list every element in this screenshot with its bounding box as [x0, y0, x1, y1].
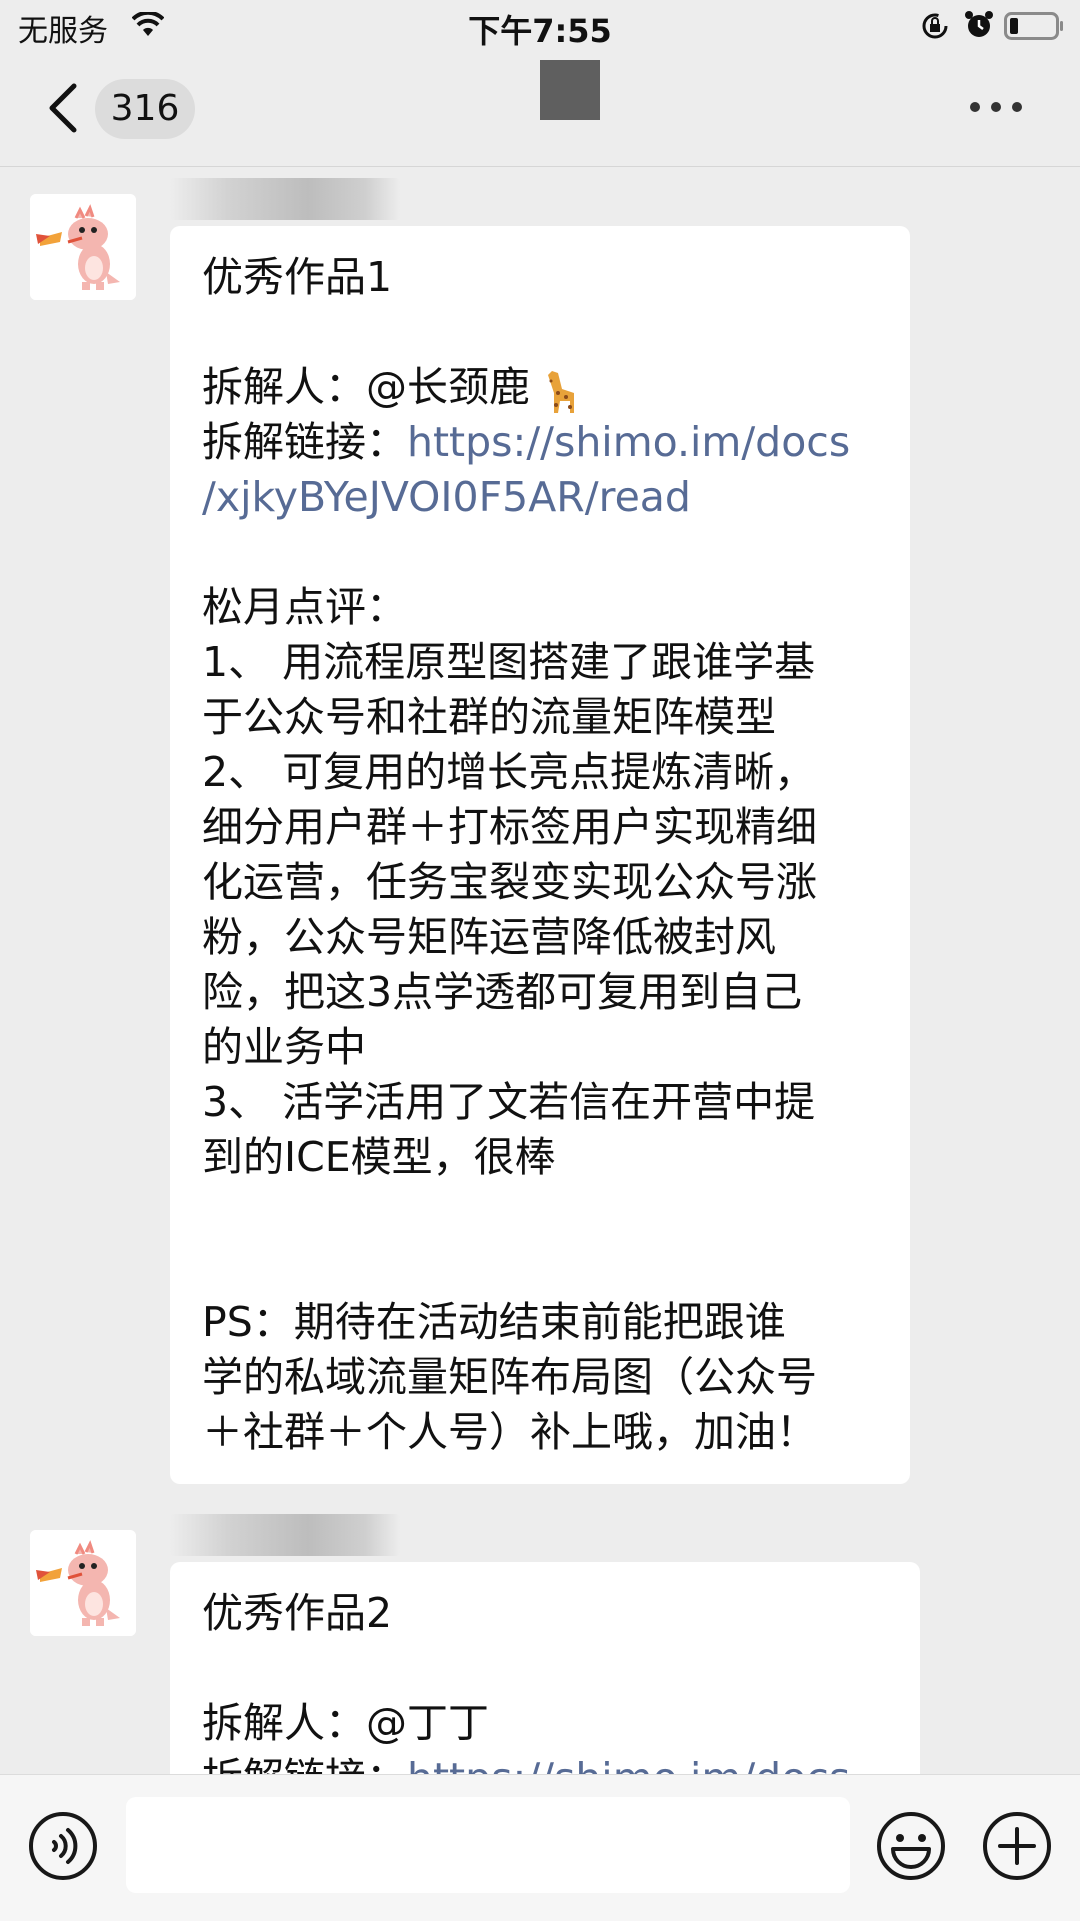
- review-line: 险，把这3点学透都可复用到自己: [202, 968, 803, 1016]
- review-line: 2、 可复用的增长亮点提炼清晰，: [202, 748, 816, 796]
- review-line: 的业务中: [202, 1023, 366, 1071]
- more-options-button[interactable]: [970, 92, 1022, 124]
- more-dot-icon: [970, 102, 980, 112]
- link-label: 拆解链接：: [202, 418, 407, 466]
- author-line: 拆解人：@长颈鹿: [202, 360, 878, 415]
- ps-line: PS：期待在活动结束前能把跟谁: [202, 1298, 786, 1346]
- message-bubble[interactable]: 优秀作品1 拆解人：@长颈鹿 拆解链接：https://shimo.im/doc…: [170, 226, 910, 1484]
- message-title: 优秀作品2: [202, 1589, 393, 1637]
- status-time: 下午7:55: [468, 12, 612, 50]
- review-line: 细分用户群＋打标签用户实现精细: [202, 803, 817, 851]
- review-line: 粉，公众号矩阵运营降低被封风: [202, 913, 776, 961]
- rotation-lock-icon: [922, 13, 948, 39]
- chat-title-redacted: [540, 60, 600, 120]
- review-title: 松月点评：: [202, 583, 407, 631]
- sender-avatar[interactable]: [30, 1530, 136, 1636]
- author-label: 拆解人：@丁丁: [202, 1699, 489, 1747]
- message-text-input[interactable]: [126, 1797, 850, 1893]
- sender-avatar[interactable]: [30, 194, 136, 300]
- more-dot-icon: [991, 102, 1001, 112]
- link-line: 拆解链接：https://shimo.im/docs: [202, 415, 878, 470]
- dragon-avatar-icon: [30, 194, 136, 300]
- message-title: 优秀作品1: [202, 253, 393, 301]
- review-line: 3、 活学活用了文若信在开营中提: [202, 1078, 816, 1126]
- doc-link-continued[interactable]: /xjkyBYeJVOI0F5AR/read: [202, 470, 878, 525]
- review-line: 到的ICE模型，很棒: [202, 1133, 556, 1181]
- battery-icon: [1004, 12, 1063, 40]
- voice-icon[interactable]: [28, 1811, 98, 1881]
- doc-link[interactable]: https://shimo.im/docs: [407, 418, 850, 466]
- review-line: 化运营，任务宝裂变实现公众号涨: [202, 858, 817, 906]
- dragon-avatar-icon: [30, 1530, 136, 1636]
- unread-count-badge[interactable]: 316: [95, 79, 195, 139]
- emoji-icon[interactable]: [876, 1811, 946, 1881]
- author-label: 拆解人：@长颈鹿: [202, 363, 530, 411]
- sender-name-redacted: [170, 1514, 400, 1556]
- ps-line: 学的私域流量矩阵布局图（公众号: [202, 1353, 817, 1401]
- review-line: 于公众号和社群的流量矩阵模型: [202, 693, 776, 741]
- ps-line: ＋社群＋个人号）补上哦，加油！: [202, 1408, 817, 1456]
- more-dot-icon: [1012, 102, 1022, 112]
- chat-header: 316: [0, 52, 1080, 167]
- plus-icon[interactable]: [982, 1811, 1052, 1881]
- alarm-icon: [965, 11, 993, 37]
- message-bubble[interactable]: 优秀作品2 拆解人：@丁丁 拆解链接：https://shimo.im/docs: [170, 1562, 920, 1802]
- giraffe-emoji-icon: [548, 371, 574, 413]
- review-line: 1、 用流程原型图搭建了跟谁学基: [202, 638, 816, 686]
- status-bar: 无服务 下午7:55: [0, 0, 1080, 52]
- message-input-bar: [0, 1774, 1080, 1921]
- back-arrow-icon[interactable]: [44, 82, 84, 134]
- sender-name-redacted: [170, 178, 400, 220]
